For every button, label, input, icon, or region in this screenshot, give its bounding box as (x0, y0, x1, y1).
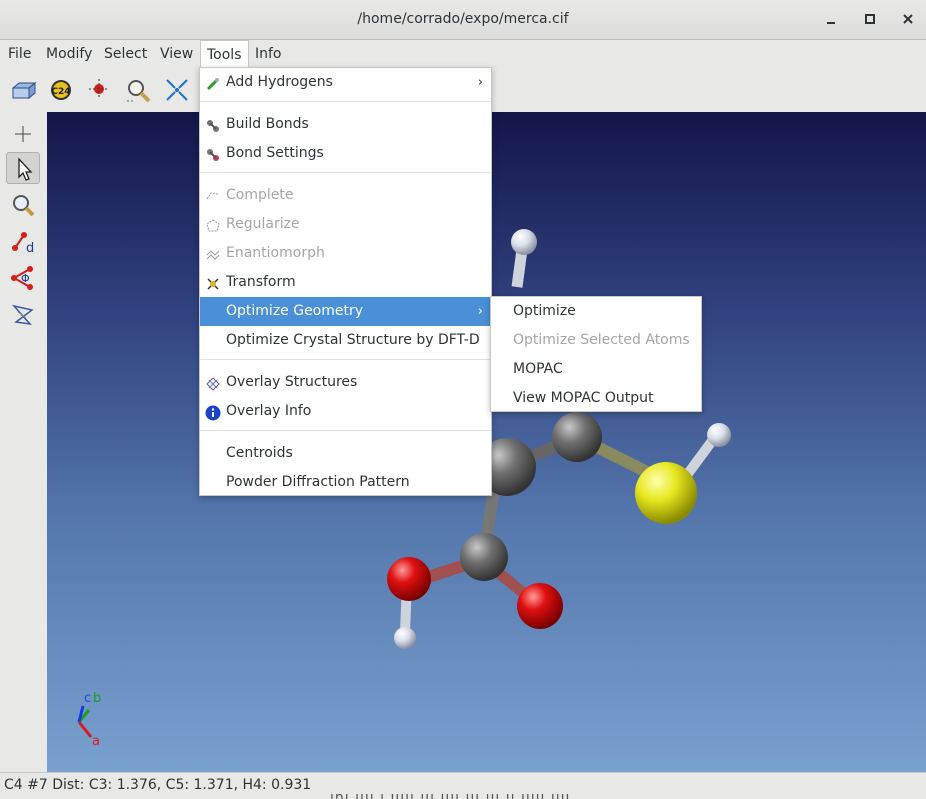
submenu-item-mopac[interactable]: MOPAC (491, 355, 701, 384)
menu-item-transform[interactable]: Transform (200, 268, 491, 297)
regularize-icon (205, 216, 221, 232)
menu-item-complete[interactable]: Complete (200, 181, 491, 210)
menubar: File Modify Select View Tools Info (0, 40, 926, 68)
atom-h-hydroxyl[interactable] (394, 627, 416, 649)
translate-icon[interactable] (6, 118, 40, 150)
menu-item-overlay-info[interactable]: Overlay Info (200, 397, 491, 426)
atom-h-right[interactable] (707, 423, 731, 447)
menu-tools[interactable]: Tools (200, 40, 249, 68)
svg-text:Φ: Φ (21, 272, 30, 285)
zoom-icon[interactable] (124, 76, 154, 104)
atom-o-hydroxyl[interactable] (387, 557, 431, 601)
menu-item-overlay-structures[interactable]: Overlay Structures (200, 368, 491, 397)
complete-icon (205, 187, 221, 203)
torsion-icon[interactable] (6, 298, 40, 330)
statusbar: C4 #7 Dist: C3: 1.376, C5: 1.371, H4: 0.… (0, 772, 926, 799)
window-title: /home/corrado/expo/merca.cif (357, 11, 569, 27)
menu-item-enantiomorph[interactable]: Enantiomorph (200, 239, 491, 268)
overlay-structures-icon (205, 374, 221, 391)
atom-s[interactable] (635, 462, 697, 524)
bond-settings-icon (205, 145, 221, 161)
status-text: C4 #7 Dist: C3: 1.376, C5: 1.371, H4: 0.… (4, 777, 312, 793)
cell-box-icon[interactable] (8, 76, 38, 104)
menu-select[interactable]: Select (98, 40, 153, 68)
left-toolbox: d Φ (0, 112, 47, 772)
pointer-icon[interactable] (6, 152, 40, 184)
submenu-item-view-mopac-output[interactable]: View MOPAC Output (491, 384, 701, 413)
submenu-item-optimize[interactable]: Optimize (491, 297, 701, 326)
close-icon[interactable] (899, 10, 917, 28)
menu-item-add-hydrogens[interactable]: Add Hydrogens › (200, 68, 491, 97)
menu-item-optimize-crystal-dftd[interactable]: Optimize Crystal Structure by DFT-D (200, 326, 491, 355)
add-hydrogens-icon (205, 74, 221, 91)
axis-c-label: c (84, 691, 91, 706)
menu-info[interactable]: Info (249, 40, 288, 68)
transform-icon (205, 274, 221, 290)
atom-pick-icon[interactable] (86, 76, 116, 104)
optimize-geometry-submenu: Optimize Optimize Selected Atoms MOPAC V… (490, 296, 702, 412)
chevron-right-icon: › (477, 304, 483, 319)
menu-separator (200, 172, 491, 173)
window-titlebar[interactable]: /home/corrado/expo/merca.cif (0, 0, 926, 40)
atom-c-carboxyl[interactable] (460, 533, 508, 581)
menu-separator (200, 101, 491, 102)
svg-text:d: d (26, 241, 34, 256)
atom-c-right[interactable] (552, 412, 602, 462)
menu-item-centroids[interactable]: Centroids (200, 439, 491, 468)
tools-menu: Add Hydrogens › Build Bonds Bond Setting… (199, 67, 492, 496)
enantiomorph-icon (205, 245, 221, 261)
menu-separator (200, 359, 491, 360)
menu-separator (200, 430, 491, 431)
info-icon (205, 403, 221, 421)
submenu-item-optimize-selected-atoms[interactable]: Optimize Selected Atoms (491, 326, 701, 355)
axis-b-label: b (93, 691, 101, 706)
menu-item-optimize-geometry[interactable]: Optimize Geometry › (200, 297, 491, 326)
atom-o-carbonyl[interactable] (517, 583, 563, 629)
status-ghost-text: ını ıııı ı ııııı ııı ıııı ııı ııı ıı ııı… (330, 790, 571, 799)
build-bonds-icon (205, 116, 221, 132)
menu-file[interactable]: File (2, 40, 37, 68)
axis-a-label: a (92, 734, 100, 749)
zoom-tool-icon[interactable] (6, 189, 40, 221)
c24-text: C24 (51, 87, 70, 97)
menu-item-powder-diffraction[interactable]: Powder Diffraction Pattern (200, 468, 491, 497)
angle-icon[interactable]: Φ (6, 261, 40, 293)
c24-label-icon[interactable]: C24 (46, 76, 76, 104)
atom-h-top[interactable] (511, 229, 537, 255)
minimize-icon[interactable] (822, 10, 840, 28)
chevron-right-icon: › (477, 75, 483, 90)
fit-icon[interactable] (162, 76, 192, 104)
menu-view[interactable]: View (154, 40, 199, 68)
maximize-icon[interactable] (861, 10, 879, 28)
menu-item-regularize[interactable]: Regularize (200, 210, 491, 239)
axes-indicator: c b a (77, 691, 101, 749)
menu-modify[interactable]: Modify (40, 40, 98, 68)
distance-icon[interactable]: d (6, 226, 40, 258)
menu-item-build-bonds[interactable]: Build Bonds (200, 110, 491, 139)
menu-item-bond-settings[interactable]: Bond Settings (200, 139, 491, 168)
